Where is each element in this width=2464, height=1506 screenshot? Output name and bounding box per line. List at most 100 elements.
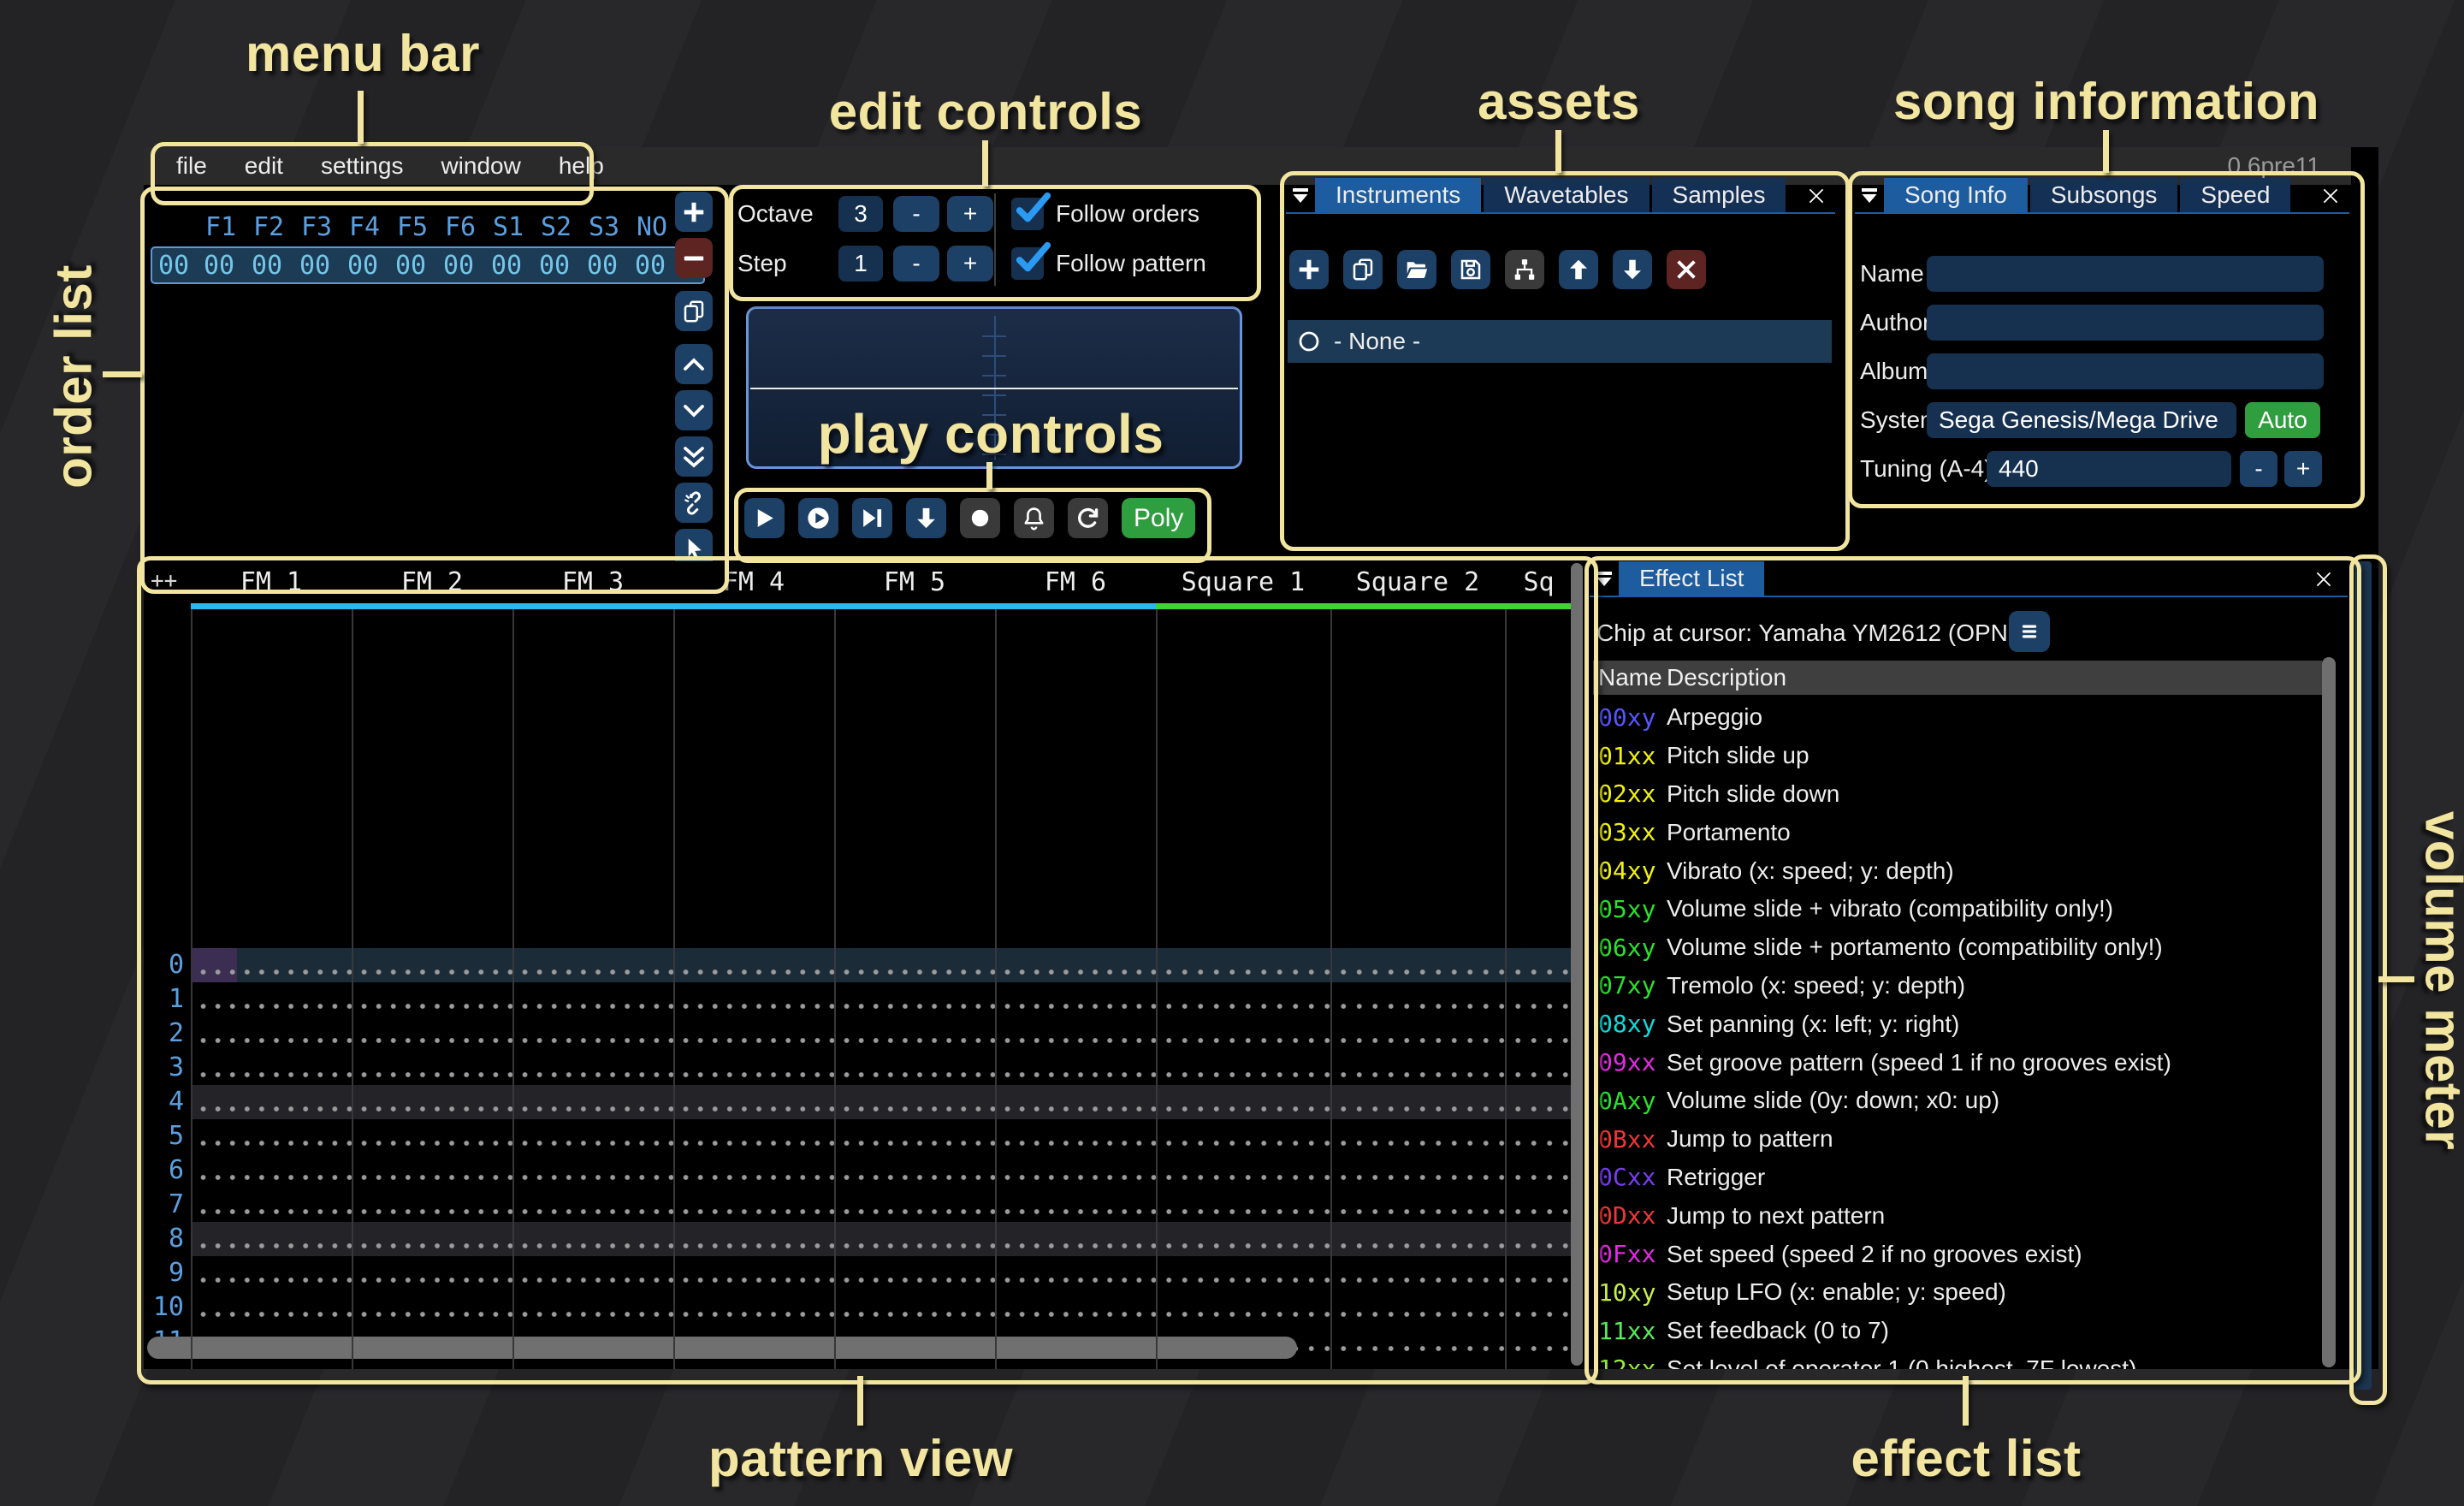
pattern-grid[interactable]: 0 1 2 3 4 — [144, 948, 1573, 1359]
pattern-cell[interactable] — [834, 1153, 995, 1188]
pattern-cell[interactable] — [1330, 948, 1505, 982]
instrument-list-item[interactable]: - None - — [1288, 320, 1832, 363]
pattern-cell[interactable] — [191, 1256, 352, 1290]
channel-header[interactable]: Square 1 — [1156, 561, 1330, 609]
add-order-button[interactable] — [675, 192, 713, 232]
pattern-row[interactable]: 3 — [144, 1051, 1573, 1085]
order-cell[interactable]: 00 — [530, 251, 578, 281]
channel-header[interactable]: FM 3 — [512, 561, 673, 609]
pattern-cell[interactable] — [995, 1153, 1156, 1188]
delete-asset-button[interactable] — [1667, 250, 1706, 289]
move-asset-up-button[interactable] — [1559, 250, 1598, 289]
add-asset-button[interactable] — [1289, 250, 1329, 289]
channel-header[interactable]: Square 2 — [1330, 561, 1505, 609]
window-collapse-icon[interactable] — [1855, 178, 1884, 212]
pattern-cell[interactable] — [995, 982, 1156, 1017]
order-cell[interactable]: 00 — [243, 251, 291, 281]
auto-system-button[interactable]: Auto — [2245, 402, 2320, 438]
pattern-cell[interactable] — [191, 982, 352, 1017]
pattern-cell[interactable] — [1156, 1222, 1330, 1256]
pattern-cell[interactable] — [1156, 1017, 1330, 1051]
pattern-view-panel[interactable]: ++ FM 1 FM 2 FM 3 FM 4 — [144, 561, 1584, 1369]
menu-item[interactable]: window — [422, 152, 539, 180]
pattern-cell[interactable] — [673, 1153, 834, 1188]
pattern-cell[interactable] — [834, 1051, 995, 1085]
pattern-cell[interactable] — [1505, 1256, 1573, 1290]
follow-orders-checkbox[interactable] — [1011, 198, 1044, 230]
pattern-cell[interactable] — [1156, 982, 1330, 1017]
pattern-cell[interactable] — [1505, 1290, 1573, 1325]
step-decrement-button[interactable]: - — [893, 246, 939, 282]
system-value[interactable]: Sega Genesis/Mega Drive — [1927, 402, 2236, 438]
channel-header[interactable]: FM 1 — [191, 561, 352, 609]
pattern-row[interactable]: 2 — [144, 1017, 1573, 1051]
song-info-tab[interactable]: Subsongs — [2030, 178, 2178, 212]
album-field[interactable] — [1927, 353, 2324, 389]
pattern-cell[interactable] — [673, 1188, 834, 1222]
pattern-cell[interactable] — [834, 1119, 995, 1153]
pattern-cell[interactable] — [1505, 1325, 1573, 1359]
pattern-cell[interactable] — [834, 1256, 995, 1290]
effect-row[interactable]: 01xx Pitch slide up — [1593, 737, 2322, 775]
pattern-cell[interactable] — [673, 1290, 834, 1325]
pattern-cell[interactable] — [1156, 1085, 1330, 1119]
channel-header[interactable]: Sq — [1505, 561, 1573, 609]
pattern-cell[interactable] — [1330, 1325, 1505, 1359]
pattern-cell[interactable] — [191, 1222, 352, 1256]
pattern-cell[interactable] — [1330, 1290, 1505, 1325]
pattern-cell[interactable] — [1330, 1188, 1505, 1222]
pattern-cell[interactable] — [834, 982, 995, 1017]
order-cell[interactable]: 00 — [626, 251, 674, 281]
pattern-row-cells[interactable] — [191, 1188, 1573, 1222]
pattern-cell[interactable] — [1156, 1188, 1330, 1222]
pattern-cell[interactable] — [1330, 1085, 1505, 1119]
pattern-cell[interactable] — [512, 1222, 673, 1256]
pattern-cell[interactable] — [673, 1085, 834, 1119]
pattern-cell[interactable] — [673, 1256, 834, 1290]
play-from-cursor-button[interactable] — [852, 498, 892, 538]
tuning-increment-button[interactable]: + — [2284, 451, 2322, 487]
pattern-row-cells[interactable] — [191, 948, 1573, 982]
pattern-cell[interactable] — [352, 1085, 512, 1119]
octave-value[interactable]: 3 — [838, 196, 883, 232]
pattern-row[interactable]: 9 — [144, 1256, 1573, 1290]
channel-header[interactable]: FM 6 — [995, 561, 1156, 609]
duplicate-asset-button[interactable] — [1343, 250, 1383, 289]
pattern-row[interactable]: 7 — [144, 1188, 1573, 1222]
step-value[interactable]: 1 — [838, 246, 883, 282]
pattern-cell[interactable] — [1330, 1017, 1505, 1051]
order-cell[interactable]: 00 — [195, 251, 243, 281]
effect-list-scrollbar[interactable] — [2322, 657, 2336, 1367]
pattern-cell[interactable] — [352, 1051, 512, 1085]
pattern-cell[interactable] — [512, 948, 673, 982]
pattern-cell[interactable] — [352, 1153, 512, 1188]
pattern-cell[interactable] — [512, 1017, 673, 1051]
metronome-button[interactable] — [1014, 498, 1054, 538]
pattern-cell[interactable] — [834, 1188, 995, 1222]
order-cell[interactable]: 00 — [483, 251, 530, 281]
pattern-cell[interactable] — [995, 1188, 1156, 1222]
pattern-cell[interactable] — [995, 1085, 1156, 1119]
move-order-up-button[interactable] — [675, 344, 713, 384]
pattern-horizontal-scrollbar[interactable] — [147, 1337, 1297, 1359]
pattern-row[interactable]: 8 — [144, 1222, 1573, 1256]
effect-row[interactable]: 04xy Vibrato (x: speed; y: depth) — [1593, 851, 2322, 890]
octave-increment-button[interactable]: + — [947, 196, 993, 232]
pattern-cell[interactable] — [352, 948, 512, 982]
menu-item[interactable]: help — [540, 152, 623, 180]
song-info-tab[interactable]: Speed — [2180, 178, 2290, 212]
pattern-cell[interactable] — [352, 1119, 512, 1153]
pattern-cell[interactable] — [1505, 1119, 1573, 1153]
pattern-cell[interactable] — [191, 1017, 352, 1051]
pattern-cell[interactable] — [1156, 1290, 1330, 1325]
pattern-cell[interactable] — [995, 1256, 1156, 1290]
pattern-row[interactable]: 6 — [144, 1153, 1573, 1188]
menu-item[interactable]: settings — [302, 152, 423, 180]
pattern-cell[interactable] — [1505, 982, 1573, 1017]
duplicate-order-to-end-button[interactable] — [675, 436, 713, 477]
pattern-cell[interactable] — [512, 1256, 673, 1290]
folder-view-button[interactable] — [1505, 250, 1544, 289]
pattern-cell[interactable] — [352, 1222, 512, 1256]
channel-header[interactable]: FM 4 — [673, 561, 834, 609]
pattern-cell[interactable] — [1330, 1222, 1505, 1256]
